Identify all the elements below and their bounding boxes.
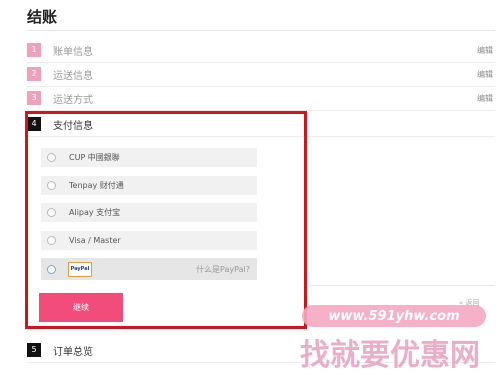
step-label: 订单总览	[53, 346, 93, 358]
step-number: 3	[27, 91, 41, 105]
watermark-text: 找就要优惠网	[300, 338, 480, 373]
step-label: 账单信息	[53, 46, 93, 58]
step-label: 运送方式	[53, 94, 93, 106]
step-number: 2	[27, 67, 41, 81]
step-number: 5	[27, 343, 41, 357]
edit-link[interactable]: 编辑	[477, 45, 495, 56]
step-billing: 1 账单信息 编辑	[27, 38, 495, 63]
highlight-box	[25, 111, 307, 329]
section-divider	[310, 285, 495, 286]
title-divider	[27, 30, 495, 31]
watermark-url: www.591yhw.com	[302, 305, 486, 327]
step-number: 1	[27, 43, 41, 57]
step-label: 运送信息	[53, 70, 93, 82]
step-shipping-method: 3 运送方式 编辑	[27, 86, 495, 111]
edit-link[interactable]: 编辑	[477, 69, 495, 80]
step-shipping-info: 2 运送信息 编辑	[27, 62, 495, 87]
page-title: 结账	[27, 8, 58, 26]
edit-link[interactable]: 编辑	[477, 93, 495, 104]
